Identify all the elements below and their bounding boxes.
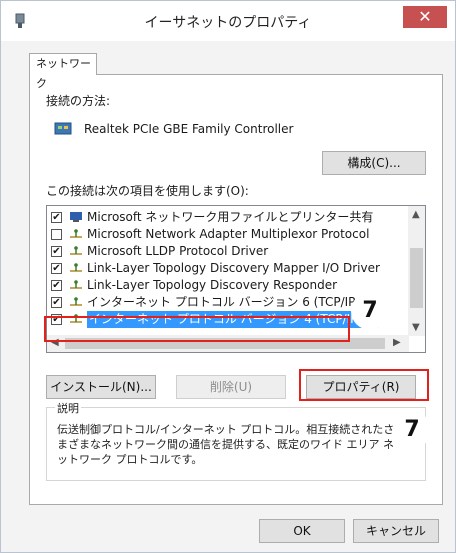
scroll-up-icon[interactable]: ▲ <box>412 209 420 220</box>
title-bar: イーサネットのプロパティ ✕ <box>1 1 455 41</box>
item-label: インターネット プロトコル バージョン 6 (TCP/IPv6) <box>87 295 375 309</box>
uninstall-button: 削除(U) <box>176 375 286 399</box>
cancel-button[interactable]: キャンセル <box>353 519 439 543</box>
description-group: 説明 伝送制御プロトコル/インターネット プロトコル。相互接続されたさまざまなネ… <box>46 400 426 481</box>
item-checkbox[interactable]: ✔ <box>51 297 62 308</box>
connect-using-label: 接続の方法: <box>46 94 111 108</box>
vertical-scroll-thumb[interactable] <box>410 248 423 308</box>
description-legend: 説明 <box>55 400 81 416</box>
step-badge: 7 <box>393 411 431 449</box>
item-checkbox[interactable]: ✔ <box>51 263 62 274</box>
item-label: Link-Layer Topology Discovery Mapper I/O… <box>87 261 380 275</box>
network-client-icon <box>70 212 82 222</box>
list-item[interactable]: ✔ Microsoft ネットワーク用ファイルとプリンター共有 <box>51 209 405 226</box>
list-item[interactable]: ✔ Microsoft LLDP Protocol Driver <box>51 243 405 260</box>
protocol-icon <box>70 263 82 272</box>
scroll-right-icon[interactable]: ▶ <box>393 337 401 348</box>
close-button[interactable]: ✕ <box>403 6 447 28</box>
network-card-icon <box>54 122 72 135</box>
item-checkbox[interactable]: ✔ <box>51 246 62 257</box>
item-label: Microsoft Network Adapter Multiplexor Pr… <box>87 227 370 241</box>
highlight-ipv4-item <box>44 316 350 342</box>
list-item[interactable]: ✔ Link-Layer Topology Discovery Responde… <box>51 277 405 294</box>
items-label: この接続は次の項目を使用します(O): <box>46 184 249 198</box>
protocol-icon <box>70 297 82 306</box>
configure-button[interactable]: 構成(C)... <box>322 151 426 175</box>
install-button[interactable]: インストール(N)... <box>46 375 156 399</box>
protocol-icon <box>70 280 82 289</box>
tab-network[interactable]: ネットワーク <box>29 53 97 90</box>
highlight-properties-button <box>299 369 429 401</box>
adapter-name: Realtek PCIe GBE Family Controller <box>84 122 294 136</box>
ok-button[interactable]: OK <box>259 519 345 543</box>
step-badge: 7 <box>351 292 389 330</box>
item-checkbox[interactable]: ✔ <box>51 212 62 223</box>
item-label: Microsoft LLDP Protocol Driver <box>87 244 269 258</box>
vertical-scrollbar[interactable]: ▲ ▼ <box>408 206 425 336</box>
item-checkbox[interactable] <box>51 229 62 240</box>
window-title: イーサネットのプロパティ <box>144 15 312 31</box>
item-label: Link-Layer Topology Discovery Responder <box>87 278 338 292</box>
list-item[interactable]: ✔ Link-Layer Topology Discovery Mapper I… <box>51 260 405 277</box>
tab-panel: 接続の方法: Realtek PCIe GBE Family Controlle… <box>29 74 443 505</box>
adapter-field: Realtek PCIe GBE Family Controller <box>46 117 426 143</box>
description-text: 伝送制御プロトコル/インターネット プロトコル。相互接続されたさまざまなネットワ… <box>57 423 395 466</box>
list-item[interactable]: Microsoft Network Adapter Multiplexor Pr… <box>51 226 405 243</box>
item-label: Microsoft ネットワーク用ファイルとプリンター共有 <box>87 210 374 224</box>
item-checkbox[interactable]: ✔ <box>51 280 62 291</box>
protocol-icon <box>70 229 82 238</box>
properties-dialog: イーサネットのプロパティ ✕ ネットワーク 接続の方法: Realtek PCI… <box>0 0 456 553</box>
scroll-down-icon[interactable]: ▼ <box>412 322 420 333</box>
protocol-icon <box>70 246 82 255</box>
